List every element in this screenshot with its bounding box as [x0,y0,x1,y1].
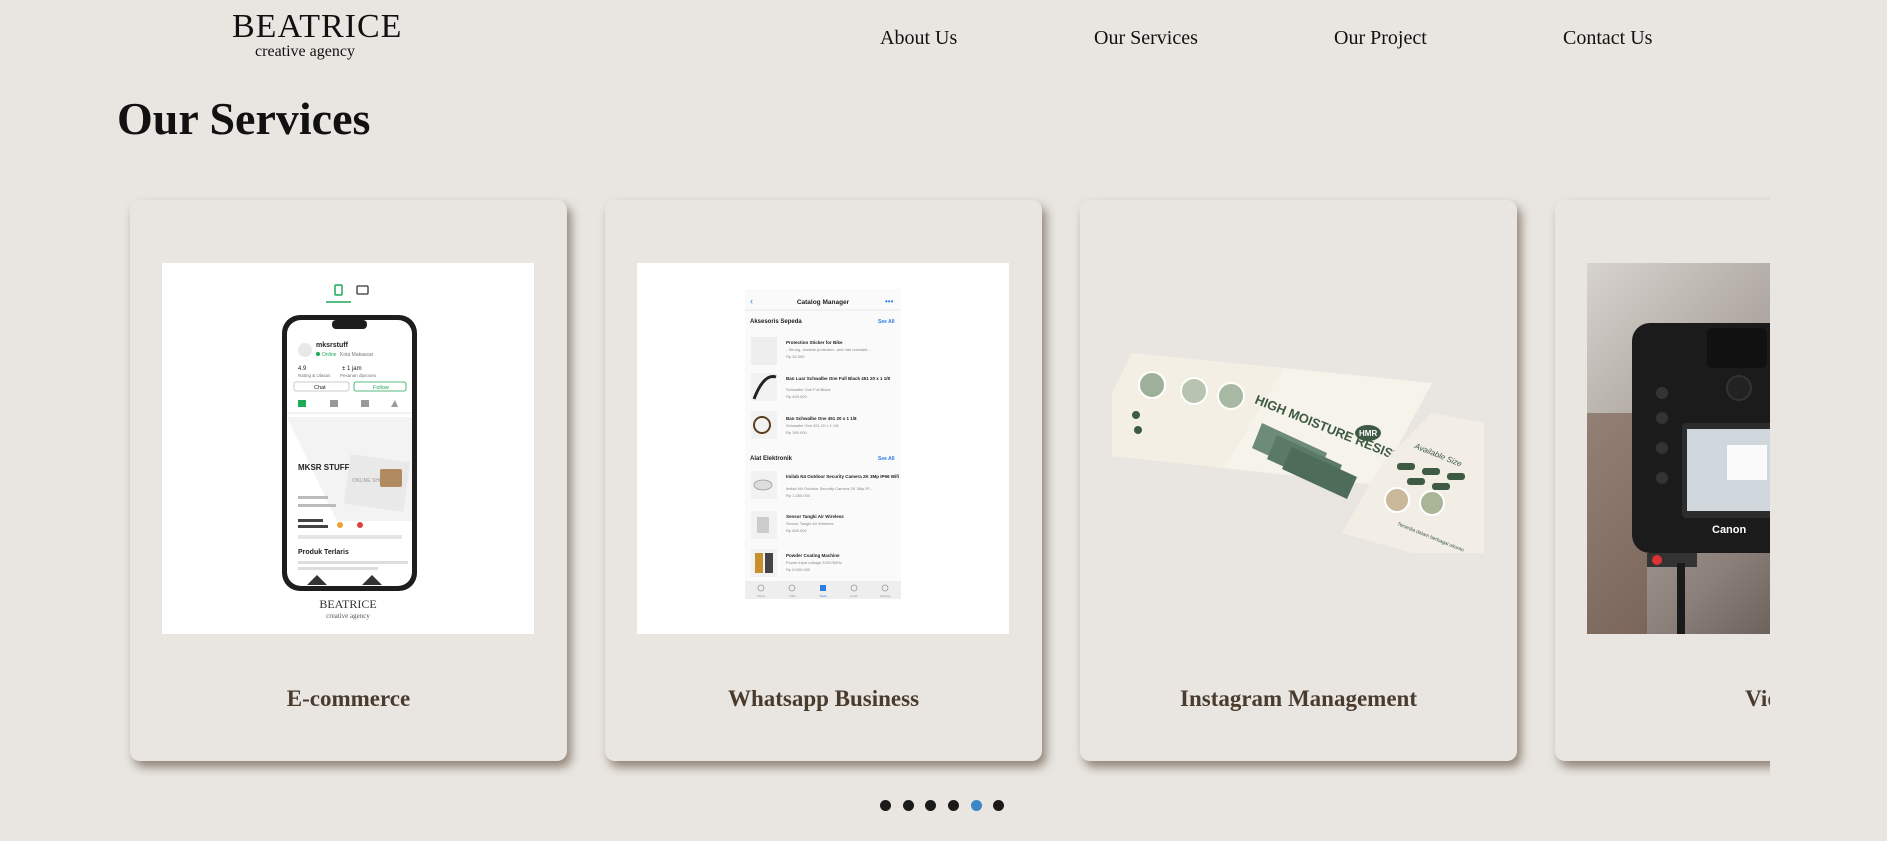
catalog-title: Catalog Manager [797,299,850,306]
catalog-item-price: Rp 30.000 [786,354,805,359]
phone-time-label: Pesanan diproses [340,373,377,378]
carousel-dot-1[interactable] [880,800,891,811]
catalog-item-desc: Schwalbe One 451 20 x 1 1/8 [786,423,839,428]
catalog-item-price: Rp 8.000.000 [786,567,811,572]
phone-rating: 4.9 [298,366,307,372]
carousel-dot-5-active[interactable] [971,800,982,811]
service-card-title: E-commerce [286,686,411,711]
carousel-dot-3[interactable] [925,800,936,811]
phone-footer-brand: BEATRICE [319,597,376,611]
nav-link-about[interactable]: About Us [880,27,957,50]
phone-follow-button: Follow [373,385,389,391]
catalog-see-all-1: See All [878,319,895,325]
service-card-instagram[interactable]: HIGH MOISTURE RESISTANT HMR Available Si… [1080,200,1517,761]
instagram-posts-illustration: HIGH MOISTURE RESISTANT HMR Available Si… [1112,263,1484,634]
catalog-item-desc: - Strong, durable protection, and ride r… [786,347,871,352]
catalog-tab: Calls [789,594,796,598]
camera-photo-illustration: Canon [1587,263,1770,634]
service-card-whatsapp[interactable]: ‹ Catalog Manager ••• Aksesoris Sepeda S… [605,200,1042,761]
catalog-item-name: Protection Sticker for Bike [786,340,843,345]
instagram-image: HIGH MOISTURE RESISTANT HMR Available Si… [1112,263,1484,634]
catalog-tab: Chats [850,594,858,598]
service-card-title: Whatsapp Business [727,686,920,711]
phone-store-location: Kota Makassar [340,352,374,358]
nav-link-contact[interactable]: Contact Us [1563,27,1652,50]
catalog-tab: Settings [880,594,891,598]
catalog-item-name: Ban Luar Schwalbe One Full Black 451 20 … [786,376,891,381]
nav-link-services[interactable]: Our Services [1094,27,1198,50]
ecommerce-image: mksrstuff Online Kota Makassar 4.9 Ratin… [162,263,534,634]
service-card-title: Video [1745,686,1770,711]
catalog-item-name: Imilab N4 Outdoor Security Camera 2K 3Mp… [786,474,899,479]
services-carousel[interactable]: mksrstuff Online Kota Makassar 4.9 Ratin… [118,188,1770,776]
phone-banner-title: MKSR STUFF [298,463,350,472]
catalog-item-name: Ban Schwalbe One 451 20 x 1 1/8 [786,416,857,421]
catalog-item-price: Rp 800.000 [786,528,807,533]
svg-text:•••: ••• [885,297,894,306]
main-nav: About Us Our Services Our Project Contac… [0,27,1887,51]
phone-store-name: mksrstuff [316,342,349,349]
phone-rating-label: Rating & Ulasan [298,373,331,378]
phone-footer-tagline: creative agency [326,612,370,620]
service-card-title: Instagram Management [1180,686,1417,711]
catalog-section-2: Alat Elektronik [750,456,793,462]
whatsapp-image: ‹ Catalog Manager ••• Aksesoris Sepeda S… [637,263,1009,634]
catalog-item-desc: Power input voltage 220V/50Hz [786,560,842,565]
catalog-item-desc: Sensor Tangki Air Wireless [786,521,834,526]
catalog-item-name: Sensor Tangki Air Wireless [786,514,844,519]
catalog-item-price: Rp 1.350.000 [786,493,811,498]
catalog-tab: Status [757,594,766,598]
phone-mockup-illustration: mksrstuff Online Kota Makassar 4.9 Ratin… [162,263,534,634]
carousel-dot-4[interactable] [948,800,959,811]
catalog-item-desc: Imilab N4 Outdoor Security Camera 2K 3Mp… [786,486,872,491]
service-card-ecommerce[interactable]: mksrstuff Online Kota Makassar 4.9 Ratin… [130,200,567,761]
catalog-item-price: Rp 390.000 [786,430,807,435]
camera-brand-text: Canon [1712,524,1747,536]
phone-store-status: Online [322,352,337,358]
nav-link-project[interactable]: Our Project [1334,27,1427,50]
catalog-item-desc: Schwalbe One Full Black [786,387,830,392]
phone-chat-button: Chat [314,385,326,391]
catalog-item-price: Rp 400.000 [786,394,807,399]
catalog-manager-illustration: ‹ Catalog Manager ••• Aksesoris Sepeda S… [637,263,1009,634]
carousel-dot-6[interactable] [993,800,1004,811]
svg-text:‹: ‹ [750,296,753,306]
carousel-dot-2[interactable] [903,800,914,811]
catalog-tab: Tools [819,594,827,598]
catalog-section-1: Aksesoris Sepeda [750,319,802,325]
page-title: Our Services [117,93,371,144]
catalog-see-all-2: See All [878,456,895,462]
phone-products-title: Produk Terlaris [298,549,349,556]
service-card-video[interactable]: Canon Video [1555,200,1770,761]
instagram-badge: HMR [1359,429,1377,438]
video-image: Canon [1587,263,1770,634]
catalog-item-name: Powder Coating Machine [786,553,840,558]
phone-time: ± 1 jam [342,366,362,372]
